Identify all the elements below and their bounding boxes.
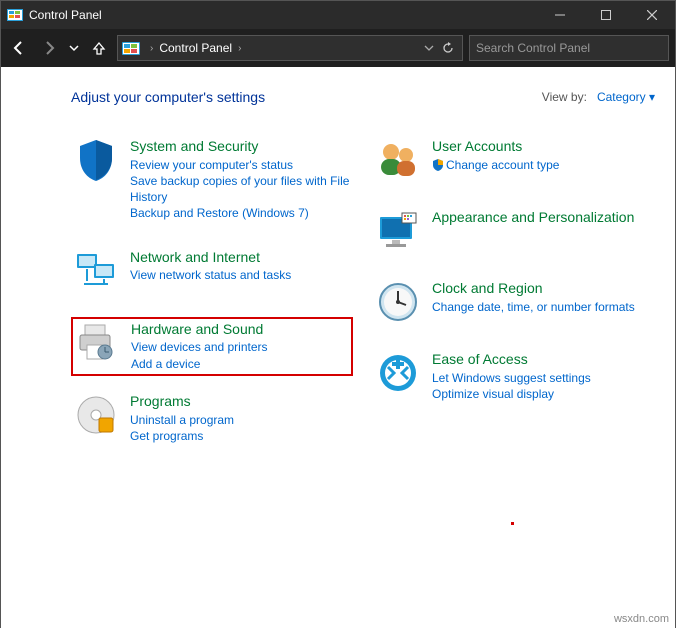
category-ease-of-access: Ease of Access Let Windows suggest setti… <box>373 348 655 408</box>
address-bar[interactable]: › Control Panel › <box>117 35 463 61</box>
forward-button[interactable] <box>37 36 61 60</box>
title-bar: Control Panel <box>1 1 675 29</box>
monitor-icon <box>376 209 420 253</box>
uac-shield-icon <box>432 159 444 171</box>
category-title[interactable]: User Accounts <box>432 138 559 155</box>
category-link[interactable]: View network status and tasks <box>130 267 291 283</box>
category-programs: Programs Uninstall a program Get program… <box>71 390 353 450</box>
search-placeholder: Search Control Panel <box>476 41 590 55</box>
category-title[interactable]: Programs <box>130 393 234 410</box>
back-button[interactable] <box>7 36 31 60</box>
content-area: Adjust your computer's settings View by:… <box>1 67 675 629</box>
category-title[interactable]: Network and Internet <box>130 249 291 266</box>
address-icon <box>122 41 140 55</box>
up-button[interactable] <box>87 36 111 60</box>
category-title[interactable]: Appearance and Personalization <box>432 209 634 226</box>
recent-locations-button[interactable] <box>67 36 81 60</box>
category-link[interactable]: Get programs <box>130 428 234 444</box>
page-heading: Adjust your computer's settings <box>71 89 265 105</box>
viewby-dropdown[interactable]: Category ▾ <box>597 90 655 104</box>
category-link[interactable]: Backup and Restore (Windows 7) <box>130 205 350 221</box>
category-appearance-personalization: Appearance and Personalization <box>373 206 655 259</box>
category-system-security: System and Security Review your computer… <box>71 135 353 228</box>
viewby-label: View by: <box>542 90 587 104</box>
toolbar: › Control Panel › Search Control Panel <box>1 29 675 67</box>
search-input[interactable]: Search Control Panel <box>469 35 669 61</box>
window-title: Control Panel <box>29 8 102 22</box>
shield-icon <box>74 138 118 182</box>
category-link[interactable]: Let Windows suggest settings <box>432 370 591 386</box>
chevron-right-icon: › <box>238 43 241 54</box>
category-link[interactable]: Change date, time, or number formats <box>432 299 635 315</box>
category-title[interactable]: System and Security <box>130 138 350 155</box>
category-link[interactable]: Save backup copies of your files with Fi… <box>130 173 350 205</box>
decorative-dot <box>511 522 514 525</box>
maximize-button[interactable] <box>583 1 629 29</box>
refresh-button[interactable] <box>438 41 458 55</box>
category-clock-region: Clock and Region Change date, time, or n… <box>373 277 655 330</box>
category-link[interactable]: View devices and printers <box>131 339 268 355</box>
category-title[interactable]: Hardware and Sound <box>131 321 268 338</box>
users-icon <box>376 138 420 182</box>
clock-icon <box>376 280 420 324</box>
left-column: System and Security Review your computer… <box>71 135 353 468</box>
watermark: wsxdn.com <box>614 613 669 625</box>
category-title[interactable]: Clock and Region <box>432 280 635 297</box>
category-link[interactable]: Optimize visual display <box>432 386 591 402</box>
network-icon <box>74 249 118 293</box>
category-title[interactable]: Ease of Access <box>432 351 591 368</box>
right-column: User Accounts Change account type <box>373 135 655 468</box>
category-link[interactable]: Change account type <box>432 157 559 173</box>
close-button[interactable] <box>629 1 675 29</box>
ease-of-access-icon <box>376 351 420 395</box>
category-link[interactable]: Review your computer's status <box>130 157 350 173</box>
view-by-control: View by: Category ▾ <box>542 90 655 104</box>
category-network-internet: Network and Internet View network status… <box>71 246 353 299</box>
category-hardware-sound: Hardware and Sound View devices and prin… <box>71 317 353 376</box>
address-location: Control Panel <box>159 41 232 55</box>
disc-icon <box>74 393 118 437</box>
app-icon <box>7 7 23 23</box>
address-dropdown-icon[interactable] <box>420 43 438 53</box>
chevron-right-icon: › <box>150 43 153 54</box>
category-user-accounts: User Accounts Change account type <box>373 135 655 188</box>
category-link[interactable]: Uninstall a program <box>130 412 234 428</box>
category-link[interactable]: Add a device <box>131 356 268 372</box>
minimize-button[interactable] <box>537 1 583 29</box>
printer-icon <box>75 321 119 365</box>
